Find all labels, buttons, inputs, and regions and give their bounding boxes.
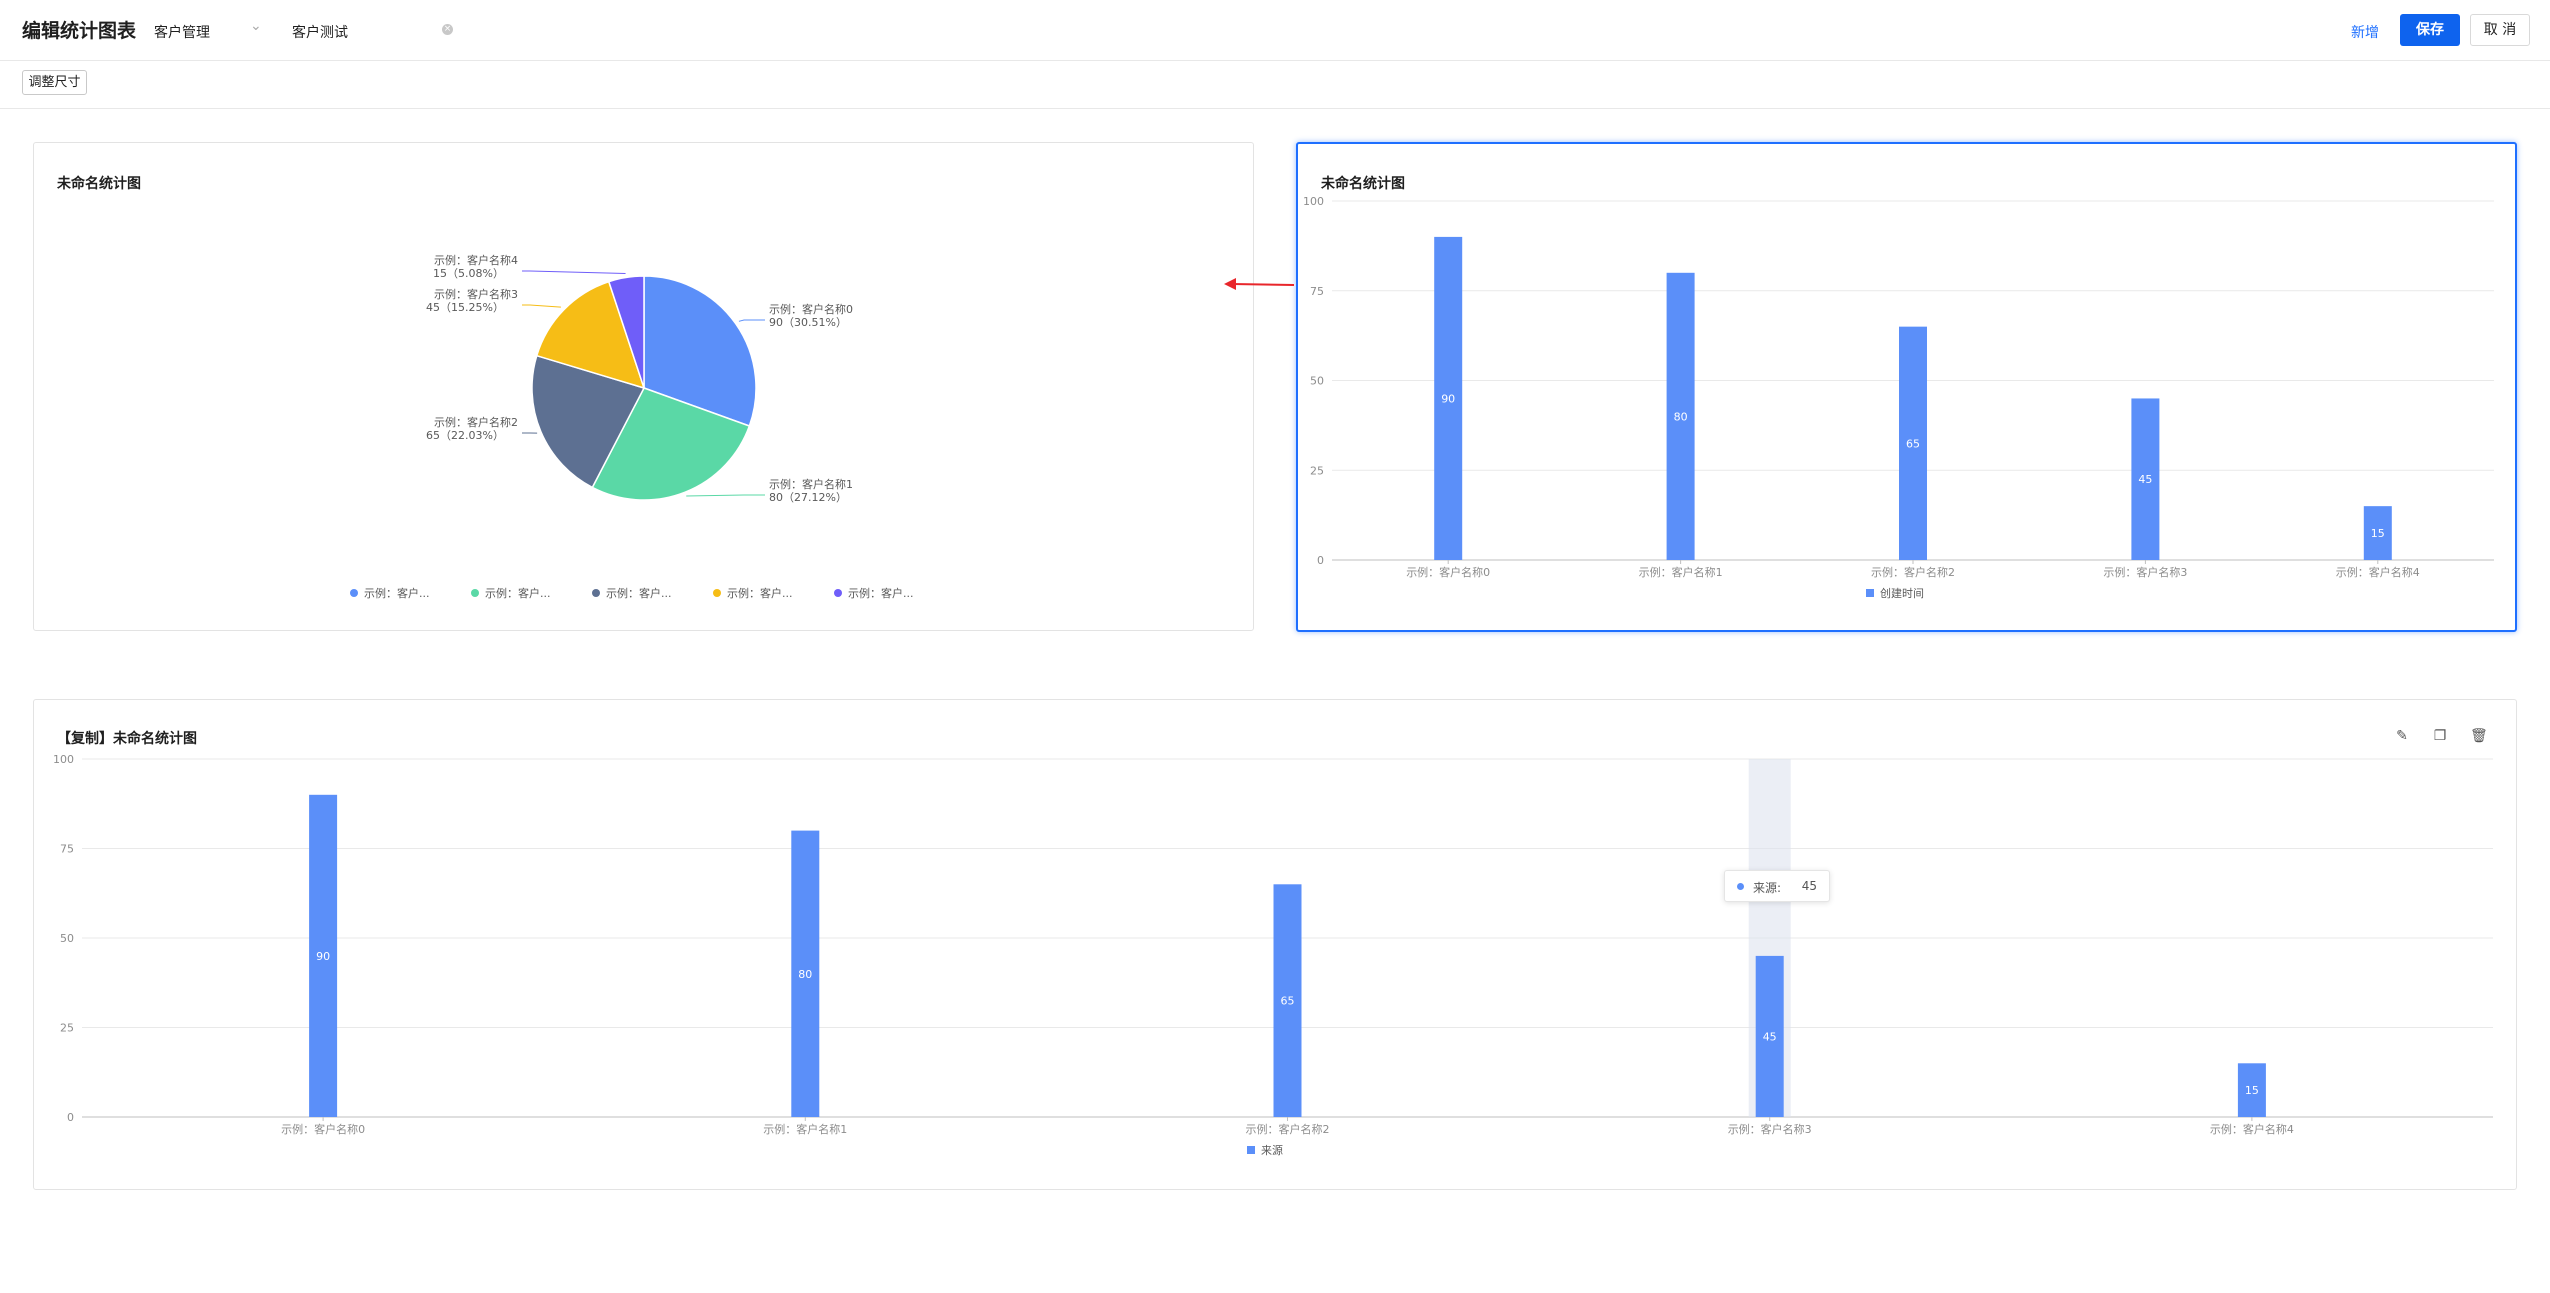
bar-value-label: 80 <box>798 968 812 981</box>
pie-leader-line <box>686 494 765 497</box>
pie-label-name: 示例：客户名称1 <box>769 477 853 491</box>
pie-chart-card[interactable]: 未命名统计图 示例：客户名称0 90（30.51%） 示例：客户名称1 80（27.1… <box>33 142 1254 631</box>
pie-leader-line <box>738 319 765 322</box>
x-tick-label: 示例：客户名称1 <box>1639 565 1723 579</box>
chevron-down-icon: ⌄ <box>250 18 262 34</box>
pie-label-value: 15（5.08%） <box>433 267 504 280</box>
bar-value-label: 45 <box>2138 473 2152 486</box>
bar-value-label: 90 <box>1441 392 1455 405</box>
legend-marker <box>592 589 600 597</box>
x-tick-label: 示例：客户名称3 <box>1728 1122 1812 1136</box>
chart-name-input[interactable]: 客户测试 × <box>286 16 456 44</box>
tooltip-marker <box>1737 883 1744 890</box>
pie-label-name: 示例：客户名称4 <box>434 253 518 267</box>
y-tick-label: 50 <box>1310 375 1324 388</box>
toolbar: 调整尺寸 <box>0 61 2550 109</box>
legend-marker <box>350 589 358 597</box>
legend-label: 示例：客户... <box>727 586 793 600</box>
y-tick-label: 25 <box>60 1022 74 1035</box>
pie-label-value: 65（22.03%） <box>426 429 504 442</box>
legend-label: 示例：客户... <box>606 586 672 600</box>
x-tick-label: 示例：客户名称4 <box>2336 565 2420 579</box>
pie-chart: 示例：客户名称090（30.51%） 示例：客户名称180（27.12%） 示例：客… <box>350 253 914 600</box>
add-button[interactable]: 新增 <box>2351 22 2379 42</box>
y-tick-label: 25 <box>1310 464 1324 477</box>
y-tick-label: 100 <box>53 753 74 766</box>
bar-value-label: 45 <box>1763 1030 1777 1043</box>
chart-name-value: 客户测试 <box>292 25 348 41</box>
legend-label: 创建时间 <box>1880 586 1924 600</box>
legend-marker <box>1866 589 1874 597</box>
legend-label: 示例：客户... <box>848 586 914 600</box>
legend-label: 示例：客户... <box>364 586 430 600</box>
pie-leader-line <box>522 270 626 274</box>
module-select[interactable]: 客户管理 ⌄ <box>150 16 265 44</box>
resize-button[interactable]: 调整尺寸 <box>22 70 87 95</box>
y-tick-label: 100 <box>1303 195 1324 208</box>
tooltip-label: 来源: <box>1753 881 1782 895</box>
legend-label: 示例：客户... <box>485 586 551 600</box>
legend-marker <box>471 589 479 597</box>
legend-marker <box>713 589 721 597</box>
clear-icon[interactable]: × <box>442 24 453 35</box>
y-tick-label: 0 <box>67 1111 74 1124</box>
copied-bar-chart-card[interactable]: 【复制】未命名统计图 ✎ ❐ 🗑 0 25 50 75 100 90 示例：客户名称0 80 示… <box>33 699 2517 1190</box>
x-tick-label: 示例：客户名称4 <box>2210 1122 2294 1136</box>
bar-chart: 0 25 50 75 100 90 示例：客户名称0 80 示例：客户名称1 65 示例：客户名称2… <box>53 753 2493 1157</box>
bar-chart-card[interactable]: 未命名统计图 0 25 50 75 100 90 示例：客户名称0 80 示例：客户名称1 65 示… <box>1296 142 2517 632</box>
pie-label-name: 示例：客户名称2 <box>434 415 518 429</box>
x-tick-label: 示例：客户名称2 <box>1246 1122 1330 1136</box>
page-title: 编辑统计图表 <box>22 20 137 42</box>
header-bar: 编辑统计图表 客户管理 ⌄ 客户测试 × 新增 保存 取 消 <box>0 0 2550 61</box>
x-tick-label: 示例：客户名称0 <box>1406 565 1490 579</box>
chart-tooltip: 来源: 45 <box>1724 870 1830 902</box>
y-tick-label: 75 <box>60 843 74 856</box>
y-tick-label: 0 <box>1317 554 1324 567</box>
bar-value-label: 65 <box>1281 995 1295 1008</box>
legend-marker <box>1247 1146 1255 1154</box>
bar-value-label: 65 <box>1906 437 1920 450</box>
save-button[interactable]: 保存 <box>2400 14 2460 46</box>
y-tick-label: 75 <box>1310 285 1324 298</box>
pie-label-value: 80（27.12%） <box>769 491 847 504</box>
bar-value-label: 15 <box>2245 1084 2259 1097</box>
y-tick-label: 50 <box>60 932 74 945</box>
legend-marker <box>834 589 842 597</box>
bar-value-label: 80 <box>1674 410 1688 423</box>
x-tick-label: 示例：客户名称3 <box>2103 565 2187 579</box>
tooltip-value: 45 <box>1801 879 1817 893</box>
pie-label-name: 示例：客户名称3 <box>434 287 518 301</box>
x-tick-label: 示例：客户名称2 <box>1871 565 1955 579</box>
module-select-value: 客户管理 <box>154 25 210 41</box>
bar-value-label: 90 <box>316 950 330 963</box>
pie-label-name: 示例：客户名称0 <box>769 302 853 316</box>
legend-label: 来源 <box>1261 1143 1283 1157</box>
pie-label-value: 90（30.51%） <box>769 316 847 329</box>
pie-leader-line <box>522 304 561 308</box>
bar-value-label: 15 <box>2371 527 2385 540</box>
cancel-button[interactable]: 取 消 <box>2470 14 2530 46</box>
x-tick-label: 示例：客户名称0 <box>281 1122 365 1136</box>
bar-chart: 0 25 50 75 100 90 示例：客户名称0 80 示例：客户名称1 65 示例：客户名称2… <box>1303 195 2494 600</box>
x-tick-label: 示例：客户名称1 <box>763 1122 847 1136</box>
pie-label-value: 45（15.25%） <box>426 301 504 314</box>
